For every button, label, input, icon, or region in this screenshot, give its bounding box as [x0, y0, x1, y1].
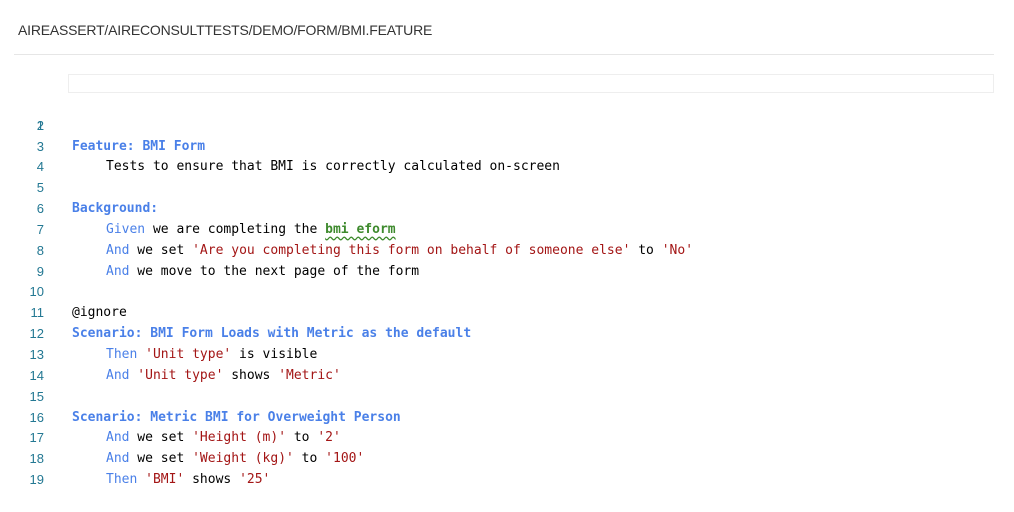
- code-editor[interactable]: 1 Feature: BMI Form 2 3 Tests to ensure …: [0, 74, 1014, 487]
- code-line[interactable]: 2: [0, 95, 1014, 133]
- code-line[interactable]: 5 Background:: [0, 157, 1014, 216]
- code-line[interactable]: 4: [0, 137, 1014, 174]
- code-line[interactable]: 18 Then 'BMI' shows '25': [0, 428, 1014, 487]
- code-line[interactable]: 15 Scenario: Metric BMI for Overweight P…: [0, 366, 1014, 425]
- code-line[interactable]: 13 And 'Unit type' shows 'Metric': [0, 324, 1014, 383]
- code-line[interactable]: 9: [0, 241, 1014, 279]
- step-keyword: Then: [106, 472, 138, 488]
- code-line[interactable]: 8 And we move to the next page of the fo…: [0, 220, 1014, 279]
- code-line[interactable]: 10 @ignore: [0, 262, 1014, 320]
- code-line[interactable]: 17 And we set 'Weight (kg)' to '100': [0, 408, 1014, 466]
- code-line[interactable]: 11 Scenario: BMI Form Loads with Metric …: [0, 282, 1014, 341]
- code-line[interactable]: 1 Feature: BMI Form: [0, 74, 1014, 154]
- current-line-highlight: [68, 74, 994, 93]
- code-line[interactable]: 14: [0, 345, 1014, 383]
- code-line[interactable]: 19: [0, 449, 1014, 487]
- code-line[interactable]: 12 Then 'Unit type' is visible: [0, 303, 1014, 362]
- header-divider: [14, 54, 994, 55]
- code-line[interactable]: 6 Given we are completing the bmi eform: [0, 178, 1014, 237]
- string-literal: '25': [239, 472, 271, 488]
- string-literal: 'BMI': [137, 472, 185, 488]
- code-line[interactable]: 7 And we set 'Are you completing this fo…: [0, 199, 1014, 258]
- file-path-title: AIREASSERT/AIRECONSULTTESTS/DEMO/FORM/BM…: [18, 22, 433, 38]
- line-number: 19: [29, 472, 44, 488]
- code-line[interactable]: 16 And we set 'Height (m)' to '2': [0, 387, 1014, 446]
- code-line[interactable]: 3 Tests to ensure that BMI is correctly …: [0, 116, 1014, 175]
- step-text: shows: [184, 472, 240, 488]
